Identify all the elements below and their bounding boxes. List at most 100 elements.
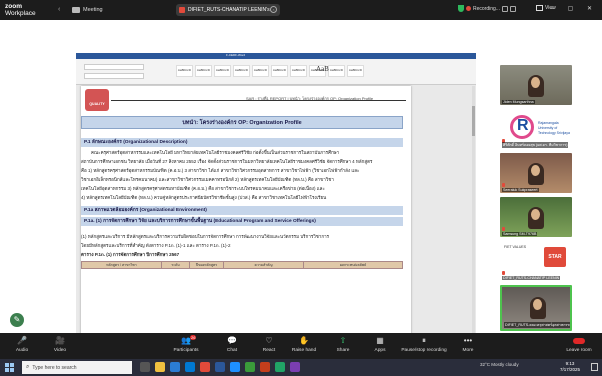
section-heading-p1a1: P.1a. (1) การจัดการศึกษา วิจัย และบริการ… (81, 217, 403, 226)
participant-tile[interactable]: FIET VALUES STAR DIFIET_RUTS-CHANATIP LE… (500, 241, 572, 281)
leave-phone-icon (573, 338, 585, 344)
participants-icon: 👥 (181, 336, 191, 345)
window-controls[interactable]: – ▢ ✕ (551, 5, 598, 12)
styles-gallery[interactable]: AaBbCcD AaBbCcD AaBbCcD AaBbCcD AaBbCcD … (176, 65, 364, 77)
zoom-brand: zoom (5, 3, 22, 10)
participant-name: ศิริศักดิ์ อินทร์ลอยสุข (ผศ.ดร. ทีมวิชาก… (502, 142, 569, 148)
table-caption: ตาราง P.1n. (1) การจัดการศึกษา ปีการศึกษ… (81, 252, 180, 257)
chrome-icon[interactable] (200, 362, 210, 372)
windows-start-icon[interactable] (5, 363, 14, 372)
stop-recording-icon[interactable] (509, 5, 516, 12)
style-item[interactable]: AaBbCcD (328, 65, 345, 77)
zoom-product: Workplace (5, 10, 36, 17)
leave-room-button[interactable]: Leave room (565, 338, 593, 353)
fiet-star-logo: STAR (544, 247, 566, 267)
style-item[interactable]: AaBbCcD (233, 65, 250, 77)
participant-gallery: Jiden Mungsarthna R Rajamangala Universi… (500, 65, 572, 340)
close-tab-icon[interactable]: × (270, 6, 277, 13)
word-window-title: F-CEDF-Word (226, 53, 246, 57)
search-placeholder: Type here to search (32, 364, 77, 371)
paragraph-p1a1: (1) หลักสูตรและบริการ มีหลักสูตรและบริกา… (81, 232, 403, 259)
video-camera-icon: 🎥 (55, 336, 65, 345)
section-heading-p1a: P.1a สภาพแวดล้อมองค์กร (Organizational E… (81, 206, 403, 215)
muted-mic-icon (502, 227, 505, 231)
chapter-title: บทนำ: โครงร่างองค์กร OP: Organization Pr… (81, 116, 403, 129)
style-item[interactable]: AaBbCcD (214, 65, 231, 77)
text-line: วิชาเอกอิเล็กทรอนิกส์และโทรคมนาคม) และสา… (81, 177, 334, 182)
excel-icon[interactable] (275, 362, 285, 372)
more-dots-icon: ••• (463, 336, 473, 345)
recording-pause-icon: ⏸ (422, 336, 426, 345)
annotate-pencil-icon[interactable]: ✎ (10, 313, 24, 327)
word-side-margin (419, 86, 473, 349)
style-item[interactable]: AaBbCcD (290, 65, 307, 77)
style-item[interactable]: AaBbCcD (271, 65, 288, 77)
scrollbar-thumb[interactable] (472, 106, 475, 136)
recording-dot-icon (466, 6, 471, 11)
document-page[interactable]: QUALITY SAR : ร่างที่1 REPORT | บทนำ: โค… (81, 86, 411, 349)
weather-widget[interactable]: 32°C Mostly cloudy (480, 362, 519, 367)
quality-logo: QUALITY (85, 89, 109, 111)
style-item[interactable]: AaBbCcD (176, 65, 193, 77)
recording-indicator[interactable]: Recording... (458, 5, 516, 12)
font-format-row[interactable] (84, 73, 144, 79)
participants-label: Participants (173, 348, 199, 353)
style-item[interactable]: AaBbCcD (252, 65, 269, 77)
fiet-values-logo: FIET VALUES (504, 245, 527, 249)
heart-icon: ♡ (265, 336, 273, 345)
more-button[interactable]: ••• More (448, 336, 488, 353)
pause-stop-recording-button[interactable]: ⏸ Pause/stop recording (398, 336, 450, 353)
file-explorer-icon[interactable] (155, 362, 165, 372)
taskbar-search-input[interactable]: ⌕ Type here to search (22, 361, 132, 374)
meeting-tab[interactable]: Meeting (72, 5, 103, 15)
participant-tile[interactable]: R Rajamangala University of Technology S… (500, 109, 572, 149)
react-button[interactable]: ♡ React (249, 336, 289, 353)
participant-tile[interactable]: Seeraluk Sukpraseert (500, 153, 572, 193)
line-icon[interactable] (245, 362, 255, 372)
recording-label: Recording... (473, 5, 500, 12)
task-view-icon[interactable] (140, 362, 150, 372)
active-speaker-tile[interactable]: DIFIET_RUTS-คณะครุศาสตร์อุตสาหกรรม (500, 285, 572, 331)
text-line: คณะครุศาสตร์อุตสาหกรรมและเทคโนโลยี มหาวิ… (91, 150, 340, 155)
mail-icon[interactable] (185, 362, 195, 372)
style-item[interactable]: AaBbCcD (195, 65, 212, 77)
participant-tile[interactable]: Jiden Mungsarthna (500, 65, 572, 105)
system-tray[interactable]: 32°C Mostly cloudy (480, 362, 519, 367)
participant-name: DIFIET_RUTS-CHANATIP LEENIN (502, 276, 561, 280)
text-line: เทคโนโลยีอุตสาหกรรม 3) หลักสูตรครุศาสตรม… (81, 186, 325, 191)
vertical-scrollbar[interactable] (472, 86, 475, 349)
shared-screen-tab-label: DIFIET_RUTS-CHANATIP LEENIN's (188, 7, 270, 13)
participant-face (531, 77, 540, 88)
edge-icon[interactable] (170, 362, 180, 372)
style-aab[interactable]: AaB (316, 65, 329, 73)
apps-button[interactable]: ▦ Apps (360, 336, 400, 353)
font-name-field[interactable] (84, 64, 144, 70)
participant-name: DIFIET_RUTS-คณะครุศาสตร์อุตสาหกรรม (504, 322, 572, 328)
text-line: คือ 1) หลักสูตรครุศาสตร์อุตสาหกรรมบัณฑิต… (81, 168, 360, 173)
notification-icon[interactable] (591, 363, 598, 371)
raise-hand-button[interactable]: ✋ Raise hand (284, 336, 324, 353)
table-header-row: หลักสูตร / สาขาวิชา ระดับ ปีของหลักสูตร … (81, 261, 403, 269)
participant-tile[interactable]: Samsung SM-T976B (500, 197, 572, 237)
chat-button[interactable]: 💬 Chat (212, 336, 252, 353)
text-line: สถาบันการศึกษาเอกชน วิทยาลัย เมื่อวันที่… (81, 159, 373, 164)
participants-button[interactable]: 👥 26 Participants (166, 335, 206, 353)
meeting-controls: 🎤 Audio 🎥 Video 👥 26 Participants 💬 Chat… (0, 333, 602, 359)
ruts-logo-letter: R (517, 117, 529, 134)
teams-icon[interactable] (290, 362, 300, 372)
pause-recording-icon[interactable] (501, 5, 508, 12)
share-button[interactable]: ⇧ Share (323, 336, 363, 353)
powerpoint-icon[interactable] (260, 362, 270, 372)
audio-button[interactable]: 🎤 Audio (2, 336, 42, 353)
video-button[interactable]: 🎥 Video (40, 336, 80, 353)
paragraph-p1: คณะครุศาสตร์อุตสาหกรรมและเทคโนโลยี มหาวิ… (81, 148, 403, 202)
participant-face (533, 299, 542, 310)
taskbar-clock[interactable]: 9:13 7/17/2025 (560, 361, 580, 373)
word-icon[interactable] (215, 362, 225, 372)
search-icon: ⌕ (26, 364, 30, 370)
text-line: โดยมีหลักสูตรและบริการที่สำคัญ ดังตาราง … (81, 243, 231, 248)
share-arrow-icon: ⇧ (339, 336, 347, 345)
shared-screen-tab[interactable]: DIFIET_RUTS-CHANATIP LEENIN's × (176, 4, 280, 16)
zoom-icon[interactable] (230, 362, 240, 372)
style-item[interactable]: AaBbCcD (347, 65, 364, 77)
